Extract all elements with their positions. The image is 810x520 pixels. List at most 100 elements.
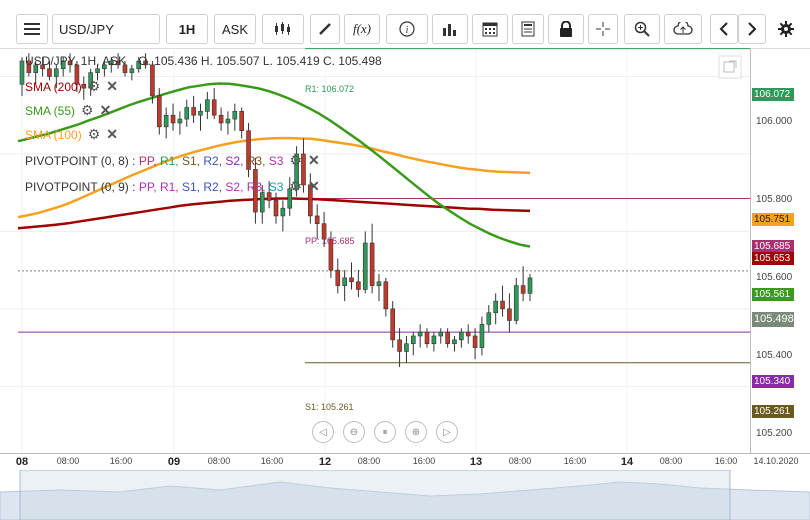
candle-body [507,308,512,321]
time-tick: 08 [15,456,29,468]
candle-body [383,281,389,310]
legend-pivot1: PIVOTPOINT (0, 8) : PP, R1, S1, R2, S2, … [25,152,320,169]
candle [239,107,244,139]
expand-chart-button[interactable] [718,55,742,79]
fx-label: f(x) [352,21,372,36]
cloud-save-button[interactable] [664,14,702,44]
candle [507,293,512,333]
candle-body [280,207,286,217]
reset-view-button[interactable]: ⏸ [374,421,396,443]
info-button[interactable]: i [386,14,428,44]
price-tick: 106.000 [756,116,793,127]
candle [198,103,203,131]
gear-icon [778,21,794,37]
timeframe-select[interactable]: 1H [166,14,208,44]
price-chart[interactable]: R1: 106.072 PP: 105.685 S1: 105.261 [0,48,750,453]
candle [376,274,382,302]
time-tick: 14 [620,456,634,468]
candle [383,277,389,317]
zoom-in-button[interactable]: ⊕ [405,421,427,443]
menu-button[interactable] [16,14,48,44]
candle [479,316,485,356]
scroll-left-button[interactable] [710,14,738,44]
time-tick: 16:00 [260,456,284,466]
pivot1-pp: PP, [138,153,157,168]
pivot1-label: PIVOTPOINT (0, 8) [25,153,129,168]
pivot1-r2: R2, [203,153,223,168]
candle [314,204,320,240]
sma200-gear-icon[interactable]: ⚙ [88,78,101,95]
scroll-right-button[interactable] [738,14,766,44]
pan-right-button[interactable]: ▷ [436,421,458,443]
pivot2-close-icon[interactable]: ✕ [308,178,320,195]
navigator-window[interactable] [19,470,731,520]
pivot2-label: PIVOTPOINT (0, 9) [25,179,129,194]
candle-body [356,281,361,290]
candle-body [479,324,485,348]
sma55-close-icon[interactable]: ✕ [100,102,112,119]
timeframe-label: 1H [178,21,196,37]
candle-body [500,300,505,310]
sma100-label: SMA (100) [25,127,82,142]
navigator[interactable] [0,470,810,520]
legend-sma55: SMA (55) ⚙ ✕ [25,102,111,119]
sma100-close-icon[interactable]: ✕ [106,126,118,143]
candle [513,277,519,325]
time-tick: 08:00 [508,456,532,466]
document-icon [521,21,535,37]
candle-body [314,215,320,224]
time-tick: 08:00 [207,456,231,466]
zoom-button[interactable] [624,14,660,44]
candle-body [459,331,464,341]
candle-body [362,242,368,290]
pivot1-close-icon[interactable]: ✕ [308,152,320,169]
candle-body [163,114,169,128]
news-button[interactable] [512,14,544,44]
candle-body [342,277,347,286]
lock-button[interactable] [548,14,584,44]
r1-price-label: 106.072 [752,88,794,101]
pivot2-r2: R2, [203,179,223,194]
crosshair-button[interactable] [588,14,618,44]
time-tick: 08:00 [357,456,381,466]
chart-type-button[interactable] [262,14,304,44]
candle [335,258,341,294]
bar-chart-button[interactable] [432,14,468,44]
pivot1-sep: : [128,153,139,168]
zoom-out-button[interactable]: ⊖ [343,421,365,443]
pivot2-gear-icon[interactable]: ⚙ [289,178,302,195]
pan-left-button[interactable]: ◁ [312,421,334,443]
symbol-label: USD/JPY [59,21,114,37]
settings-button[interactable] [770,14,802,44]
calendar-button[interactable] [472,14,508,44]
candle [459,328,464,348]
candle-body [472,335,478,348]
candle [342,270,347,302]
pivot2-s1: S1, [182,179,201,194]
price-type-select[interactable]: ASK [214,14,256,44]
legend-sma200: SMA (200) ⚙ ✕ [25,78,118,95]
sma200-close-icon[interactable]: ✕ [106,78,118,95]
pivot2-r3: R3, [246,179,266,194]
candle-body [452,339,457,345]
lock-icon [560,21,572,37]
sma100-gear-icon[interactable]: ⚙ [88,126,101,143]
candle-body [156,95,162,128]
symbol-select[interactable]: USD/JPY [52,14,160,44]
pivot1-s1: S1, [182,153,201,168]
time-tick: 14.10.2020 [753,456,799,466]
candle-body [273,200,279,217]
sma55-gear-icon[interactable]: ⚙ [81,102,94,119]
draw-button[interactable] [310,14,340,44]
candle-body [54,68,59,77]
indicators-button[interactable]: f(x) [344,14,380,44]
time-tick: 09 [167,456,181,468]
candles [19,53,533,367]
bar-chart-icon [443,24,456,36]
pivot1-gear-icon[interactable]: ⚙ [289,152,302,169]
legend-pivot2: PIVOTPOINT (0, 9) : PP, R1, S1, R2, S2, … [25,178,320,195]
pivot1-s3: S3 [268,153,284,168]
candle-body [390,308,396,341]
candle-body [198,111,203,116]
time-tick: 12 [318,456,332,468]
